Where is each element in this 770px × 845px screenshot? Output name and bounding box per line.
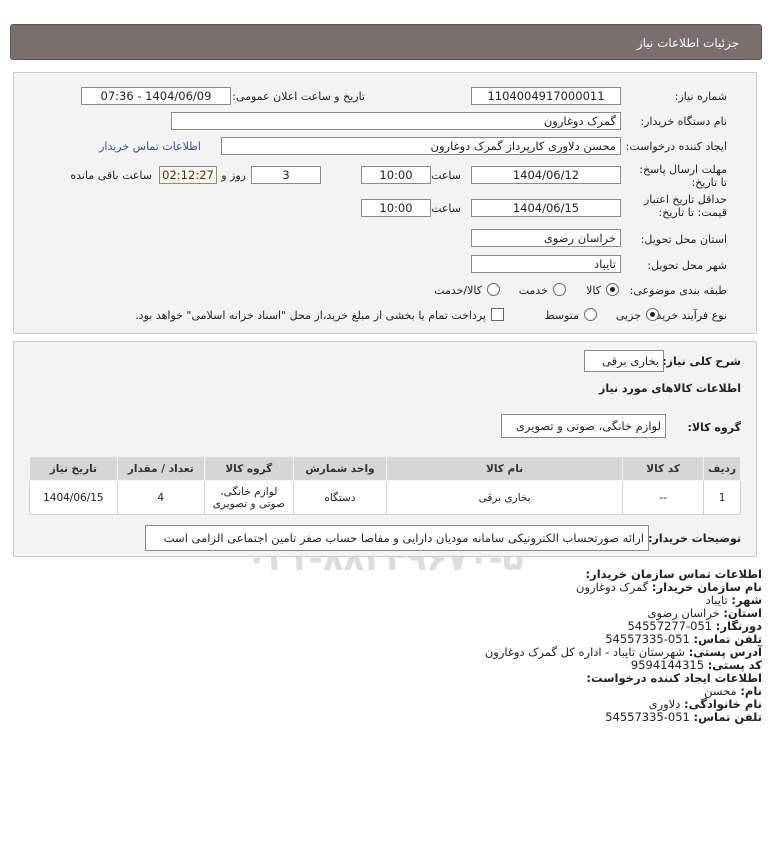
- deadline-label: مهلت ارسال پاسخ: تا تاریخ:: [639, 163, 727, 189]
- buyer-org-label: نام دستگاه خریدار:: [640, 115, 727, 128]
- group-field: لوازم خانگی، صوتی و تصویری: [501, 414, 666, 438]
- postal-label: کد پستی:: [707, 658, 762, 672]
- process-medium-radio[interactable]: [584, 308, 597, 321]
- table-row: 1 -- بخاری برقی دستگاه لوازم خانگی، صوتی…: [29, 480, 741, 515]
- org-label: نام سازمان خریدار:: [651, 580, 762, 594]
- th-row: ردیف: [703, 456, 741, 481]
- validity-date-field: 1404/06/15: [471, 199, 621, 217]
- th-name: نام کالا: [386, 456, 624, 481]
- th-qty: تعداد / مقدار: [116, 456, 205, 481]
- summary-label: شرح کلی نیاز:: [662, 355, 741, 368]
- countdown-timer: 02:12:27: [159, 166, 217, 184]
- deadline-date-field: 1404/06/12: [471, 166, 621, 184]
- buyer-notes-label: توضیحات خریدار:: [648, 532, 741, 545]
- province-label: استان محل تحویل:: [640, 233, 727, 246]
- category-service-label: خدمت: [518, 284, 548, 297]
- first-name-value: محسن: [704, 684, 737, 698]
- buyer-notes-field: ارائه صورتحساب الکترونیکی سامانه مودیان …: [145, 525, 649, 551]
- category-label: طبقه بندی موضوعی:: [629, 284, 727, 297]
- category-both-radio[interactable]: [487, 283, 500, 296]
- days-field: 3: [251, 166, 321, 184]
- cell-qty: 4: [116, 480, 205, 515]
- creator-field: محسن دلاوری کارپرداز گمرک دوغارون: [221, 137, 621, 155]
- validity-label: حداقل تاریخ اعتبار قیمت: تا تاریخ:: [643, 193, 727, 219]
- cell-date: 1404/06/15: [29, 480, 118, 515]
- creator-phone-label: تلفن تماس:: [693, 710, 762, 724]
- phone-label: تلفن تماس:: [693, 632, 762, 646]
- deadline-time-label: ساعت: [431, 169, 461, 182]
- announce-label: تاریخ و ساعت اعلان عمومی:: [232, 90, 365, 103]
- city-label2: شهر:: [731, 593, 762, 607]
- creator-title: اطلاعات ایجاد کننده درخواست:: [586, 671, 762, 685]
- address-label: آدرس پستی:: [688, 645, 762, 659]
- cell-name: بخاری برقی: [386, 480, 624, 515]
- creator-label: ایجاد کننده درخواست:: [625, 140, 727, 153]
- province-value: خراسان رضوی: [647, 606, 720, 620]
- th-date: تاریخ نیاز: [29, 456, 118, 481]
- city-field: تایباد: [471, 255, 621, 273]
- fax-value: 051-54557277: [627, 619, 713, 633]
- group-label: گروه کالا:: [687, 421, 741, 434]
- last-name-label: نام خانوادگی:: [684, 697, 762, 711]
- goods-info-title: اطلاعات کالاهای مورد نیاز: [599, 382, 741, 395]
- city-value: تایباد: [705, 593, 728, 607]
- category-both-label: کالا/خدمت: [434, 284, 482, 297]
- cell-code: --: [622, 480, 705, 515]
- buyer-contact-link[interactable]: اطلاعات تماس خریدار: [99, 140, 201, 153]
- goods-table: ردیف کد کالا نام کالا واحد شمارش گروه کا…: [29, 456, 741, 515]
- validity-time-label: ساعت: [431, 202, 461, 215]
- phone-value: 051-54557335: [605, 632, 690, 646]
- th-unit: واحد شمارش: [292, 456, 388, 481]
- org-value: گمرک دوغارون: [576, 580, 649, 594]
- process-medium-label: متوسط: [544, 309, 579, 322]
- last-name-value: دلاوری: [648, 697, 681, 711]
- city-label: شهر محل تحویل:: [647, 259, 727, 272]
- days-label: روز و: [221, 169, 246, 182]
- category-goods-radio[interactable]: [606, 283, 619, 296]
- creator-phone-value: 051-54557335: [605, 710, 690, 724]
- need-number-label: شماره نیاز:: [674, 90, 727, 103]
- th-group: گروه کالا: [203, 456, 294, 481]
- remaining-label: ساعت باقی مانده: [70, 169, 152, 182]
- validity-time-field: 10:00: [361, 199, 431, 217]
- first-name-label: نام:: [740, 684, 762, 698]
- category-goods-label: کالا: [586, 284, 601, 297]
- province-label2: استان:: [723, 606, 762, 620]
- process-label: نوع فرآیند خرید :: [649, 309, 727, 322]
- announce-field: 1404/06/09 - 07:36: [81, 87, 231, 105]
- buyer-contact-section: اطلاعات تماس سازمان خریدار: نام سازمان خ…: [362, 568, 762, 724]
- treasury-checkbox[interactable]: [491, 308, 504, 321]
- summary-field: بخاری برقی: [584, 350, 664, 372]
- cell-group: لوازم خانگی، صوتی و تصویری: [203, 480, 294, 515]
- th-code: کد کالا: [622, 456, 705, 481]
- treasury-note: پرداخت تمام یا بخشی از مبلغ خرید،از محل …: [135, 309, 486, 322]
- goods-panel: شرح کلی نیاز: بخاری برقی اطلاعات کالاهای…: [13, 341, 757, 557]
- category-service-radio[interactable]: [553, 283, 566, 296]
- cell-row: 1: [703, 480, 741, 515]
- fax-label: دورنگار:: [715, 619, 762, 633]
- postal-value: 9594144315: [630, 658, 705, 672]
- need-info-panel: شماره نیاز: 1104004917000011 تاریخ و ساع…: [13, 72, 757, 334]
- process-minor-radio[interactable]: [646, 308, 659, 321]
- page-title: جزئیات اطلاعات نیاز: [636, 36, 739, 50]
- process-minor-label: جزیی: [615, 309, 641, 322]
- address-value: شهرستان تایباد - اداره کل گمرک دوغارون: [484, 645, 686, 659]
- cell-unit: دستگاه: [292, 480, 388, 515]
- buyer-org-field: گمرک دوغارون: [171, 112, 621, 130]
- contact-title: اطلاعات تماس سازمان خریدار:: [585, 567, 762, 581]
- province-field: خراسان رضوی: [471, 229, 621, 247]
- need-number-field: 1104004917000011: [471, 87, 621, 105]
- deadline-time-field: 10:00: [361, 166, 431, 184]
- page-header: جزئیات اطلاعات نیاز: [10, 24, 762, 60]
